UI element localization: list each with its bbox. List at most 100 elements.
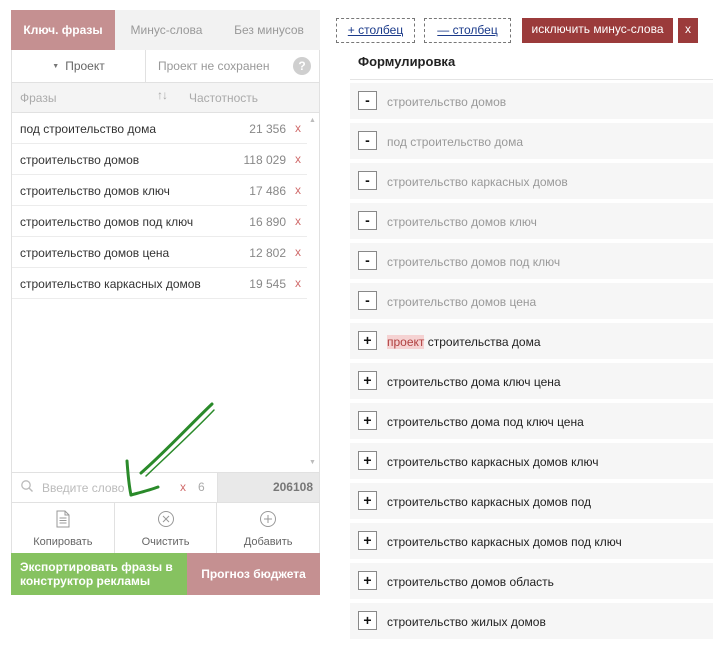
phrase-text: строительство домов цена xyxy=(20,246,170,260)
phrase-frequency: 17 486 xyxy=(249,184,286,198)
formulation-text: строительство домов ключ xyxy=(387,215,537,229)
export-to-ad-builder-button[interactable]: Экспортировать фразы в конструктор рекла… xyxy=(11,553,187,595)
formulation-text: строительство домов цена xyxy=(387,295,537,309)
search-row: x 6 206108 xyxy=(12,472,319,503)
total-frequency: 206108 xyxy=(272,480,313,494)
remove-phrase-button[interactable]: x xyxy=(295,152,301,166)
exclude-minus-words-button[interactable]: исключить минус-слова xyxy=(522,18,673,43)
formulation-row: - строительство домов под ключ xyxy=(350,243,713,279)
caret-down-icon: ▼ xyxy=(52,63,60,70)
formulation-text: под строительство дома xyxy=(387,135,524,149)
phrase-frequency: 12 802 xyxy=(249,246,286,260)
scroll-down-icon[interactable]: ▼ xyxy=(309,459,316,466)
add-to-list-button[interactable]: + xyxy=(358,531,377,550)
add-button[interactable]: Добавить xyxy=(217,503,319,553)
remove-phrase-button[interactable]: x xyxy=(295,183,301,197)
phrase-frequency: 16 890 xyxy=(249,215,286,229)
document-icon xyxy=(56,510,70,528)
copy-button[interactable]: Копировать xyxy=(12,503,115,553)
formulation-row: - строительство каркасных домов xyxy=(350,163,713,199)
formulation-row: + строительство дома ключ цена xyxy=(350,363,713,399)
remove-from-list-button[interactable]: - xyxy=(358,291,377,310)
phrase-row[interactable]: строительство домов ключ 17 486 x xyxy=(12,175,307,206)
add-to-list-button[interactable]: + xyxy=(358,371,377,390)
add-to-list-button[interactable]: + xyxy=(358,411,377,430)
formulation-row: + строительство домов область xyxy=(350,563,713,599)
phrase-text: строительство домов под ключ xyxy=(20,215,194,229)
tab-minus-words[interactable]: Минус-слова xyxy=(115,10,218,50)
formulation-row: - строительство домов цена xyxy=(350,283,713,319)
tab-key-phrases[interactable]: Ключ. фразы xyxy=(11,10,115,50)
add-to-list-button[interactable]: + xyxy=(358,331,377,350)
sort-icon[interactable]: ↑↓ xyxy=(157,88,168,102)
add-circle-icon xyxy=(260,511,277,527)
phrase-row[interactable]: строительство домов 118 029 x xyxy=(12,144,307,175)
formulation-text: строительство жилых домов xyxy=(387,615,546,629)
remove-from-list-button[interactable]: - xyxy=(358,251,377,270)
formulation-text: строительство домов xyxy=(387,95,507,109)
formulation-text: проект строительства дома xyxy=(387,335,541,349)
phrase-row[interactable]: строительство каркасных домов 19 545 x xyxy=(12,268,307,299)
formulation-list: - строительство домов - под строительство д… xyxy=(350,83,713,643)
phrase-frequency: 19 545 xyxy=(249,277,286,291)
formulation-text: строительство каркасных домов ключ xyxy=(387,455,599,469)
scrollbar[interactable]: ▲ ▼ xyxy=(307,113,319,473)
project-select[interactable]: ▼ Проект xyxy=(12,50,146,82)
clear-search-button[interactable]: x xyxy=(180,480,186,494)
phrase-list: под строительство дома 21 356 x строительст… xyxy=(12,113,307,299)
formulation-text: строительство домов под ключ xyxy=(387,255,561,269)
remove-phrase-button[interactable]: x xyxy=(295,214,301,228)
remove-from-list-button[interactable]: - xyxy=(358,131,377,150)
remove-from-list-button[interactable]: - xyxy=(358,91,377,110)
formulation-text: строительство каркасных домов под xyxy=(387,495,592,509)
copy-label: Копировать xyxy=(33,536,93,548)
action-bar: Копировать Очистить Добавить xyxy=(12,503,319,553)
add-to-list-button[interactable]: + xyxy=(358,611,377,630)
export-label-line1: Экспортировать фразы в xyxy=(20,560,173,574)
remove-phrase-button[interactable]: x xyxy=(295,121,301,135)
add-to-list-button[interactable]: + xyxy=(358,451,377,470)
add-to-list-button[interactable]: + xyxy=(358,491,377,510)
column-frequency[interactable]: Частотность xyxy=(189,91,258,105)
project-select-label: Проект xyxy=(65,59,105,73)
phrase-row[interactable]: строительство домов цена 12 802 x xyxy=(12,237,307,268)
remove-phrase-button[interactable]: x xyxy=(295,276,301,290)
formulation-row: + строительство дома под ключ цена xyxy=(350,403,713,439)
scroll-up-icon[interactable]: ▲ xyxy=(309,117,316,124)
remove-from-list-button[interactable]: - xyxy=(358,211,377,230)
search-icon xyxy=(21,480,33,492)
close-button[interactable]: x xyxy=(678,18,698,43)
phrase-text: под строительство дома xyxy=(20,122,157,136)
result-count: 6 xyxy=(198,480,205,494)
phrases-panel: Ключ. фразы Минус-слова Без минусов ▼ Про… xyxy=(11,10,320,595)
phrase-frequency: 21 356 xyxy=(249,122,286,136)
clear-button[interactable]: Очистить xyxy=(115,503,218,553)
formulation-row: + строительство каркасных домов ключ xyxy=(350,443,713,479)
help-icon[interactable]: ? xyxy=(293,57,311,75)
export-label-line2: конструктор рекламы xyxy=(20,574,151,588)
formulation-row: - под строительство дома xyxy=(350,123,713,159)
formulation-row: + строительство жилых домов xyxy=(350,603,713,639)
header-divider xyxy=(350,79,713,80)
add-column-button[interactable]: + столбец xyxy=(336,18,415,43)
clear-circle-icon xyxy=(157,511,174,527)
remove-phrase-button[interactable]: x xyxy=(295,245,301,259)
remove-from-list-button[interactable]: - xyxy=(358,171,377,190)
column-phrases[interactable]: Фразы xyxy=(20,91,56,105)
tab-bar: Ключ. фразы Минус-слова Без минусов xyxy=(11,10,320,50)
highlighted-word: проект xyxy=(387,335,425,349)
search-input[interactable] xyxy=(42,478,172,497)
remove-column-button[interactable]: — столбец xyxy=(424,18,511,43)
budget-forecast-button[interactable]: Прогноз бюджета xyxy=(187,553,320,595)
formulation-text: строительство домов область xyxy=(387,575,554,589)
add-to-list-button[interactable]: + xyxy=(358,571,377,590)
phrase-row[interactable]: под строительство дома 21 356 x xyxy=(12,113,307,144)
formulation-row: - строительство домов ключ xyxy=(350,203,713,239)
project-status: Проект не сохранен ? xyxy=(146,50,319,82)
phrase-text: строительство домов ключ xyxy=(20,184,170,198)
formulation-row: + строительство каркасных домов под ключ xyxy=(350,523,713,559)
phrase-text: строительство домов xyxy=(20,153,140,167)
phrase-row[interactable]: строительство домов под ключ 16 890 x xyxy=(12,206,307,237)
formulation-text: строительство каркасных домов xyxy=(387,175,568,189)
tab-without-minus[interactable]: Без минусов xyxy=(218,10,320,50)
